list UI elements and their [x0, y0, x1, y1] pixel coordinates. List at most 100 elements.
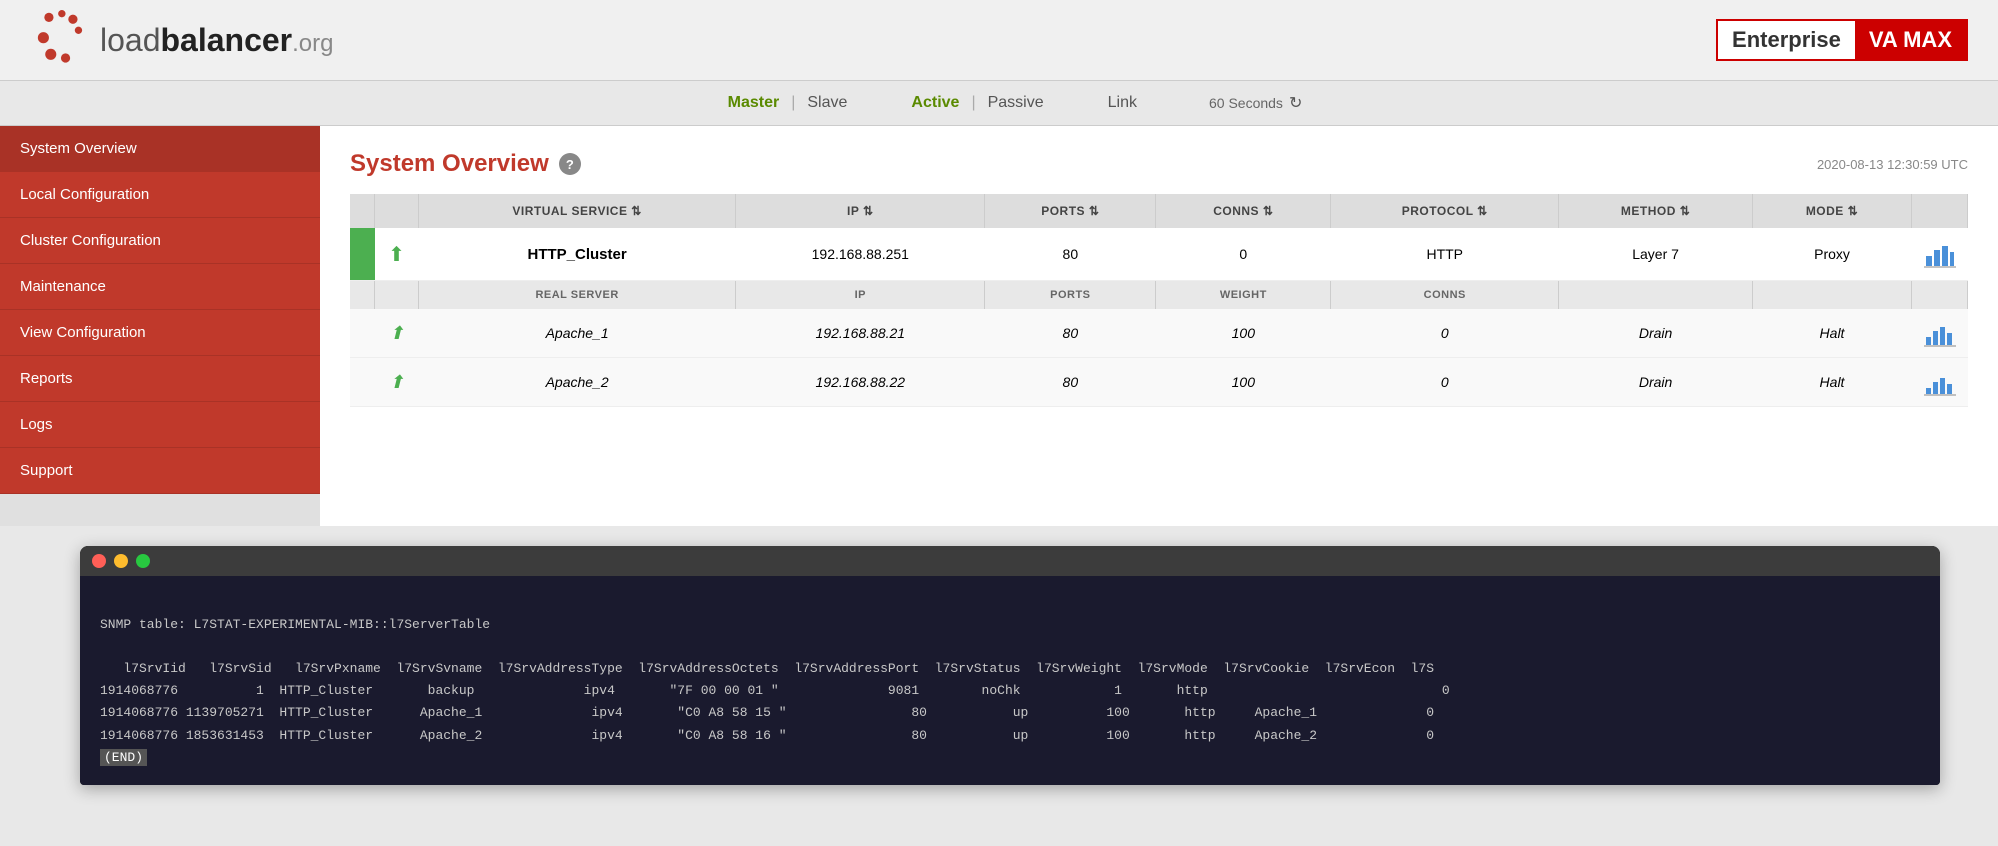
- header: loadbalancer.org Enterprise VA MAX: [0, 0, 1998, 81]
- active-passive-group: Active | Passive: [903, 94, 1051, 112]
- enterprise-badge: Enterprise VA MAX: [1716, 19, 1968, 61]
- enterprise-label: Enterprise: [1718, 21, 1855, 59]
- rs-arrow-1: ⬆: [375, 309, 419, 358]
- rs-drain-1[interactable]: Drain: [1559, 309, 1753, 358]
- terminal-data-row1: 1914068776 1 HTTP_Cluster backup ipv4 "7…: [100, 683, 1450, 698]
- rs-ports-2: 80: [985, 358, 1156, 407]
- rs-row-apache1: ⬆ Apache_1 192.168.88.21 80 100 0 Drain …: [350, 309, 1968, 358]
- rs-conns-2: 0: [1331, 358, 1559, 407]
- nav-link[interactable]: Link: [1100, 94, 1145, 112]
- rs-arrow-2: ⬆: [375, 358, 419, 407]
- terminal-data-row2: 1914068776 1139705271 HTTP_Cluster Apach…: [100, 705, 1434, 720]
- logo-text: loadbalancer.org: [100, 22, 333, 59]
- nav-active[interactable]: Active: [903, 94, 967, 112]
- rs-status-bar-1: [350, 309, 375, 358]
- vs-method: Layer 7: [1559, 228, 1753, 281]
- sidebar-item-maintenance[interactable]: Maintenance: [0, 264, 320, 310]
- sidebar-item-view-configuration[interactable]: View Configuration: [0, 310, 320, 356]
- terminal-header-row: l7SrvIid l7SrvSid l7SrvPxname l7SrvSvnam…: [100, 661, 1434, 676]
- vs-row-http-cluster: ⬆ HTTP_Cluster 192.168.88.251 80 0 HTTP …: [350, 228, 1968, 281]
- rs-chart-2[interactable]: [1912, 358, 1968, 407]
- rs-ports-1: 80: [985, 309, 1156, 358]
- rs-header-row: REAL SERVER IP PORTS WEIGHT CONNS: [350, 281, 1968, 310]
- vs-mode: Proxy: [1753, 228, 1912, 281]
- terminal-titlebar: [80, 546, 1940, 576]
- rs-th-ip: IP: [736, 281, 985, 310]
- nav-slave[interactable]: Slave: [799, 94, 855, 112]
- main-layout: System Overview Local Configuration Clus…: [0, 126, 1998, 526]
- rs-halt-1[interactable]: Halt: [1753, 309, 1912, 358]
- th-virtual-service[interactable]: VIRTUAL SERVICE ⇅: [419, 194, 736, 228]
- rs-halt-2[interactable]: Halt: [1753, 358, 1912, 407]
- terminal-minimize-btn[interactable]: [114, 554, 128, 568]
- nav-passive[interactable]: Passive: [980, 94, 1052, 112]
- refresh-label: 60 Seconds: [1209, 95, 1283, 111]
- page-title-row: System Overview ? 2020-08-13 12:30:59 UT…: [350, 150, 1968, 178]
- sidebar-item-reports[interactable]: Reports: [0, 356, 320, 402]
- rs-weight-1: 100: [1156, 309, 1331, 358]
- content-area: System Overview ? 2020-08-13 12:30:59 UT…: [320, 126, 1998, 526]
- vs-name: HTTP_Cluster: [419, 228, 736, 281]
- terminal-data-row3: 1914068776 1853631453 HTTP_Cluster Apach…: [100, 728, 1434, 743]
- sidebar-item-logs[interactable]: Logs: [0, 402, 320, 448]
- rs-weight-2: 100: [1156, 358, 1331, 407]
- help-icon[interactable]: ?: [559, 153, 581, 175]
- vs-chart[interactable]: [1912, 228, 1968, 281]
- logo-icon: [30, 10, 90, 70]
- sidebar-item-local-configuration[interactable]: Local Configuration: [0, 172, 320, 218]
- sidebar-item-cluster-configuration[interactable]: Cluster Configuration: [0, 218, 320, 264]
- th-protocol[interactable]: PROTOCOL ⇅: [1331, 194, 1559, 228]
- rs-ip-1: 192.168.88.21: [736, 309, 985, 358]
- rs-conns-1: 0: [1331, 309, 1559, 358]
- nav-bar: Master | Slave Active | Passive Link 60 …: [0, 81, 1998, 126]
- th-chart: [1912, 194, 1968, 228]
- master-slave-group: Master | Slave: [720, 94, 856, 112]
- sidebar-item-support[interactable]: Support: [0, 448, 320, 494]
- rs-ip-2: 192.168.88.22: [736, 358, 985, 407]
- refresh-icon[interactable]: ↻: [1289, 93, 1302, 113]
- vs-ip: 192.168.88.251: [736, 228, 985, 281]
- sidebar: System Overview Local Configuration Clus…: [0, 126, 320, 526]
- th-spacer: [350, 194, 375, 228]
- vs-status-bar: [350, 228, 375, 281]
- rs-name-2: Apache_2: [419, 358, 736, 407]
- rs-name-1: Apache_1: [419, 309, 736, 358]
- terminal-window: SNMP table: L7STAT-EXPERIMENTAL-MIB::l7S…: [80, 546, 1940, 785]
- terminal-body: SNMP table: L7STAT-EXPERIMENTAL-MIB::l7S…: [80, 576, 1940, 785]
- rs-chart-1[interactable]: [1912, 309, 1968, 358]
- rs-th-conns: CONNS: [1331, 281, 1559, 310]
- th-arrow-col: [375, 194, 419, 228]
- rs-status-bar-2: [350, 358, 375, 407]
- rs-row-apache2: ⬆ Apache_2 192.168.88.22 80 100 0 Drain …: [350, 358, 1968, 407]
- th-ip[interactable]: IP ⇅: [736, 194, 985, 228]
- sidebar-item-system-overview[interactable]: System Overview: [0, 126, 320, 172]
- vs-ports: 80: [985, 228, 1156, 281]
- terminal-line-1: SNMP table: L7STAT-EXPERIMENTAL-MIB::l7S…: [100, 617, 490, 632]
- vs-arrow: ⬆: [375, 228, 419, 281]
- terminal-close-btn[interactable]: [92, 554, 106, 568]
- rs-th-name: REAL SERVER: [419, 281, 736, 310]
- chart-icon: [1924, 240, 1956, 268]
- rs-th-ports: PORTS: [985, 281, 1156, 310]
- vs-conns: 0: [1156, 228, 1331, 281]
- link-group: Link: [1100, 94, 1145, 112]
- th-mode[interactable]: MODE ⇅: [1753, 194, 1912, 228]
- rs-th-weight: WEIGHT: [1156, 281, 1331, 310]
- terminal-end-label: (END): [100, 749, 147, 766]
- page-title: System Overview ?: [350, 150, 581, 178]
- rs-chart-icon-1: [1924, 319, 1956, 347]
- up-arrow-icon: ⬆: [388, 242, 405, 267]
- terminal-maximize-btn[interactable]: [136, 554, 150, 568]
- table-header-row: VIRTUAL SERVICE ⇅ IP ⇅ PORTS ⇅ CONNS ⇅ P…: [350, 194, 1968, 228]
- rs-up-arrow-icon-2: ⬆: [389, 372, 404, 393]
- overview-table: VIRTUAL SERVICE ⇅ IP ⇅ PORTS ⇅ CONNS ⇅ P…: [350, 194, 1968, 407]
- logo-area: loadbalancer.org: [30, 10, 333, 70]
- rs-up-arrow-icon-1: ⬆: [389, 323, 404, 344]
- th-conns[interactable]: CONNS ⇅: [1156, 194, 1331, 228]
- nav-master[interactable]: Master: [720, 94, 788, 112]
- th-ports[interactable]: PORTS ⇅: [985, 194, 1156, 228]
- vs-protocol: HTTP: [1331, 228, 1559, 281]
- th-method[interactable]: METHOD ⇅: [1559, 194, 1753, 228]
- timestamp: 2020-08-13 12:30:59 UTC: [1817, 157, 1968, 172]
- rs-drain-2[interactable]: Drain: [1559, 358, 1753, 407]
